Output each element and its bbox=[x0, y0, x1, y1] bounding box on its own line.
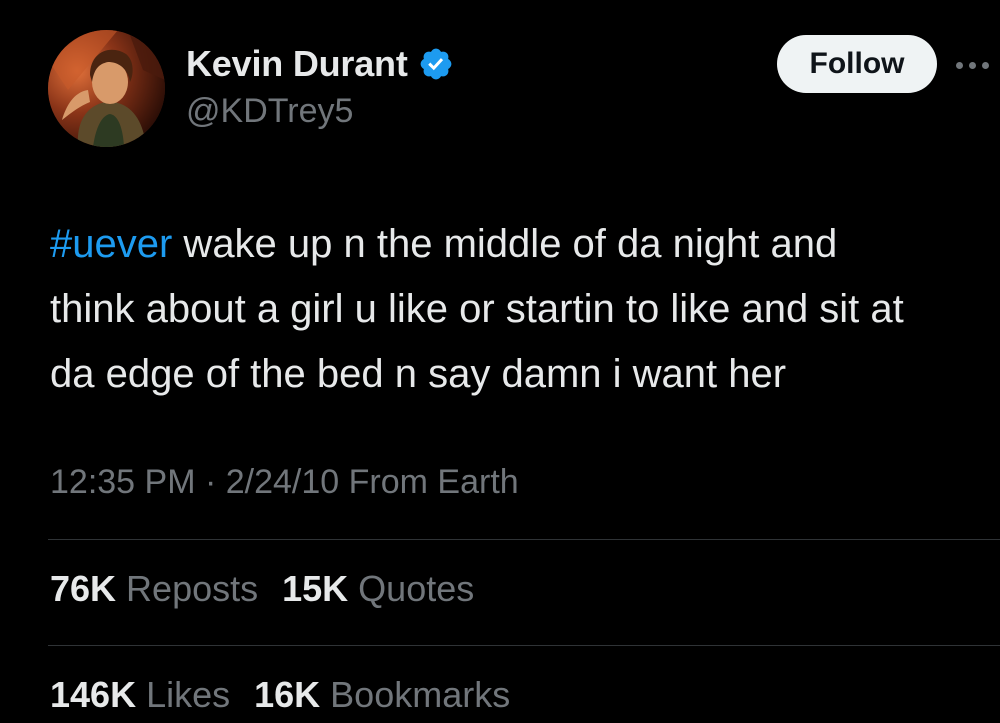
more-dot bbox=[956, 61, 963, 69]
author-name-row: Kevin Durant bbox=[186, 42, 454, 86]
quotes-stat[interactable]: 15K Quotes bbox=[282, 568, 474, 610]
quotes-count: 15K bbox=[282, 568, 349, 609]
author-handle[interactable]: @KDTrey5 bbox=[186, 92, 353, 131]
divider bbox=[48, 539, 1000, 540]
bookmarks-label: Bookmarks bbox=[330, 674, 511, 715]
quotes-label: Quotes bbox=[358, 568, 475, 609]
avatar-image bbox=[48, 30, 165, 147]
bookmarks-count: 16K bbox=[254, 674, 321, 715]
avatar[interactable] bbox=[48, 30, 165, 147]
reposts-label: Reposts bbox=[126, 568, 259, 609]
tweet-text: #uever wake up n the middle of da night … bbox=[50, 212, 1000, 407]
tweet-text-line-1-rest: wake up n the middle of da night and bbox=[172, 222, 838, 266]
likes-label: Likes bbox=[146, 674, 231, 715]
tweet-text-line-1: #uever wake up n the middle of da night … bbox=[50, 212, 1000, 277]
tweet-meta: 12:35 PM · 2/24/10 From Earth bbox=[50, 463, 519, 502]
tweet-text-line-2: think about a girl u like or startin to … bbox=[50, 287, 904, 331]
more-options-icon[interactable] bbox=[956, 50, 1000, 80]
likes-count: 146K bbox=[50, 674, 137, 715]
likes-stat[interactable]: 146K Likes bbox=[50, 674, 230, 716]
engagement-row-1: 76K Reposts 15K Quotes bbox=[50, 568, 498, 610]
tweet-time[interactable]: 12:35 PM bbox=[50, 463, 196, 501]
tweet-source: From Earth bbox=[339, 463, 519, 501]
reposts-count: 76K bbox=[50, 568, 117, 609]
more-dot bbox=[982, 61, 989, 69]
reposts-stat[interactable]: 76K Reposts bbox=[50, 568, 258, 610]
tweet-text-line-3: da edge of the bed n say damn i want her bbox=[50, 352, 787, 396]
meta-separator: · bbox=[195, 463, 226, 501]
divider bbox=[48, 645, 1000, 646]
hashtag-link[interactable]: #uever bbox=[50, 222, 172, 266]
more-dot bbox=[969, 61, 976, 69]
verified-badge-icon bbox=[420, 48, 452, 80]
bookmarks-stat[interactable]: 16K Bookmarks bbox=[254, 674, 510, 716]
follow-button[interactable]: Follow bbox=[777, 35, 937, 93]
tweet-card: Kevin Durant @KDTrey5 Follow #uever wake… bbox=[0, 0, 1000, 723]
author-display-name[interactable]: Kevin Durant bbox=[186, 43, 408, 85]
engagement-row-2: 146K Likes 16K Bookmarks bbox=[50, 674, 534, 716]
tweet-date[interactable]: 2/24/10 bbox=[226, 463, 339, 501]
